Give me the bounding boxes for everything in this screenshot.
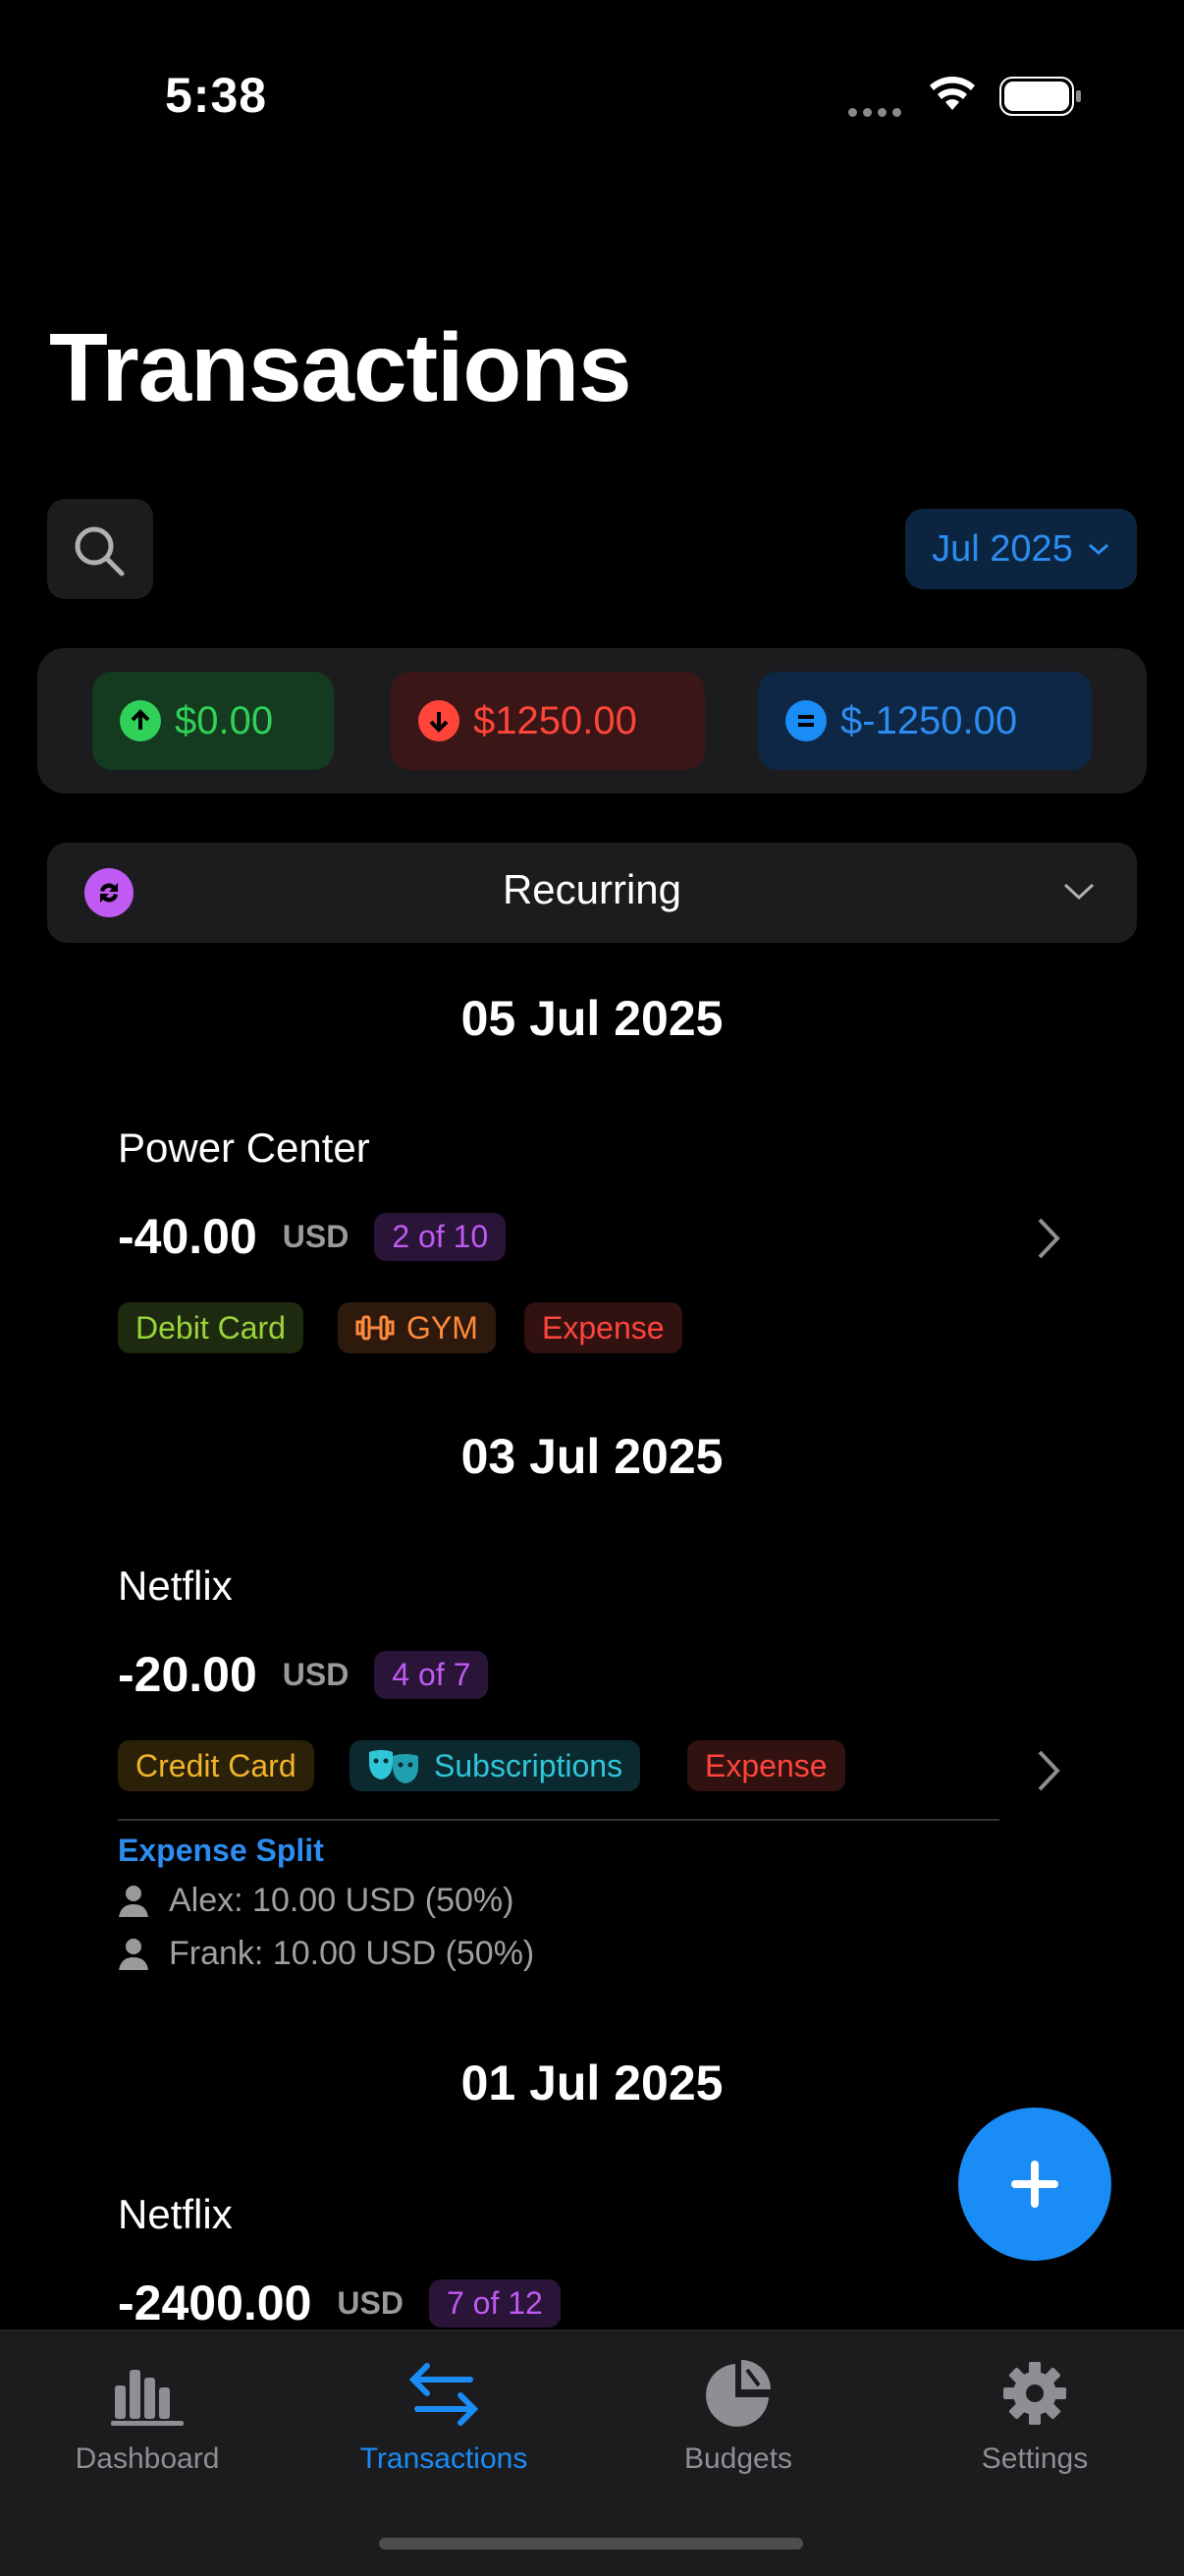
tag-type: Expense xyxy=(687,1740,845,1791)
recurrence-badge: 4 of 7 xyxy=(374,1650,489,1699)
tab-budgets[interactable]: Budgets xyxy=(591,2360,886,2476)
transaction-name: Power Center xyxy=(118,1124,370,1171)
date-header: 01 Jul 2025 xyxy=(460,2055,724,2110)
pie-chart-icon xyxy=(706,2360,771,2427)
tag-type: Expense xyxy=(524,1302,682,1353)
transaction-amount: -20.00 xyxy=(118,1647,257,1702)
transaction-row[interactable]: Power Center -40.00 USD 2 of 10 Debit Ca… xyxy=(0,1120,1184,1355)
transaction-row[interactable]: Netflix -20.00 USD 4 of 7 Credit Card Su… xyxy=(0,1558,1184,1990)
theater-masks-icon xyxy=(369,1750,418,1783)
tab-label: Transactions xyxy=(359,2442,528,2475)
tag-category-label: GYM xyxy=(406,1309,478,1345)
split-row: Frank: 10.00 USD (50%) xyxy=(118,1935,534,1973)
search-icon xyxy=(75,526,125,576)
income-value: $0.00 xyxy=(175,698,274,742)
chevron-right-icon xyxy=(1038,1218,1060,1259)
income-total[interactable]: $0.00 xyxy=(92,672,334,770)
chevron-down-icon xyxy=(1088,543,1108,556)
gear-icon xyxy=(1003,2362,1066,2425)
equals-icon xyxy=(785,700,827,741)
amount-row: -2400.00 USD 7 of 12 xyxy=(118,2275,561,2329)
date-header: 03 Jul 2025 xyxy=(460,1429,724,1484)
bar-chart-icon xyxy=(111,2370,184,2426)
recurring-label: Recurring xyxy=(502,866,682,912)
transaction-name: Netflix xyxy=(118,1562,233,1609)
split-text: Frank: 10.00 USD (50%) xyxy=(169,1935,535,1972)
divider xyxy=(118,1819,999,1821)
tab-settings[interactable]: Settings xyxy=(888,2360,1182,2476)
add-transaction-button[interactable] xyxy=(958,2108,1111,2261)
currency: USD xyxy=(337,2284,404,2321)
tab-label: Dashboard xyxy=(75,2442,220,2475)
split-row: Alex: 10.00 USD (50%) xyxy=(118,1882,514,1920)
tag-category: GYM xyxy=(338,1302,496,1353)
tab-dashboard[interactable]: Dashboard xyxy=(0,2360,295,2476)
tag-payment: Debit Card xyxy=(118,1302,303,1353)
expense-total[interactable]: $1250.00 xyxy=(391,672,705,770)
tab-label: Settings xyxy=(981,2442,1089,2475)
currency: USD xyxy=(282,1218,350,1254)
home-indicator[interactable] xyxy=(379,2538,803,2549)
battery-icon xyxy=(999,77,1081,116)
net-value: $-1250.00 xyxy=(840,698,1018,742)
expense-value: $1250.00 xyxy=(473,698,637,742)
split-title: Expense Split xyxy=(118,1833,324,1868)
tab-label: Budgets xyxy=(683,2442,793,2475)
chevron-right-icon xyxy=(1038,1750,1060,1791)
transaction-name: Netflix xyxy=(118,2191,233,2237)
status-time: 5:38 xyxy=(165,68,268,123)
recurrence-badge: 7 of 12 xyxy=(428,2278,561,2328)
summary-bar: $0.00 $1250.00 $-1250.00 xyxy=(37,648,1147,794)
page-title: Transactions xyxy=(49,313,632,421)
signal-dots-icon xyxy=(848,104,907,122)
split-text: Alex: 10.00 USD (50%) xyxy=(169,1882,514,1919)
person-icon xyxy=(119,1938,148,1970)
currency: USD xyxy=(282,1656,350,1692)
arrow-down-icon xyxy=(418,700,459,741)
chevron-down-icon xyxy=(1063,883,1095,901)
amount-row: -20.00 USD 4 of 7 xyxy=(118,1646,489,1703)
month-label: Jul 2025 xyxy=(932,527,1073,570)
dumbbell-icon xyxy=(355,1315,395,1341)
amount-row: -40.00 USD 2 of 10 xyxy=(118,1208,507,1265)
transaction-amount: -2400.00 xyxy=(118,2275,312,2329)
month-selector[interactable]: Jul 2025 xyxy=(905,509,1137,589)
recurrence-badge: 2 of 10 xyxy=(374,1212,507,1261)
net-total[interactable]: $-1250.00 xyxy=(758,672,1092,770)
transaction-amount: -40.00 xyxy=(118,1209,257,1264)
arrow-up-icon xyxy=(120,700,161,741)
tab-transactions[interactable]: Transactions xyxy=(296,2360,591,2476)
person-icon xyxy=(119,1885,148,1917)
search-button[interactable] xyxy=(47,499,153,599)
tag-category: Subscriptions xyxy=(350,1740,641,1791)
plus-icon xyxy=(1011,2161,1058,2208)
date-header: 05 Jul 2025 xyxy=(460,991,724,1046)
wifi-icon xyxy=(930,77,975,110)
tag-payment: Credit Card xyxy=(118,1740,314,1791)
recurring-filter[interactable]: Recurring xyxy=(47,843,1137,943)
arrows-swap-icon xyxy=(408,2363,479,2426)
tag-category-label: Subscriptions xyxy=(434,1747,623,1783)
